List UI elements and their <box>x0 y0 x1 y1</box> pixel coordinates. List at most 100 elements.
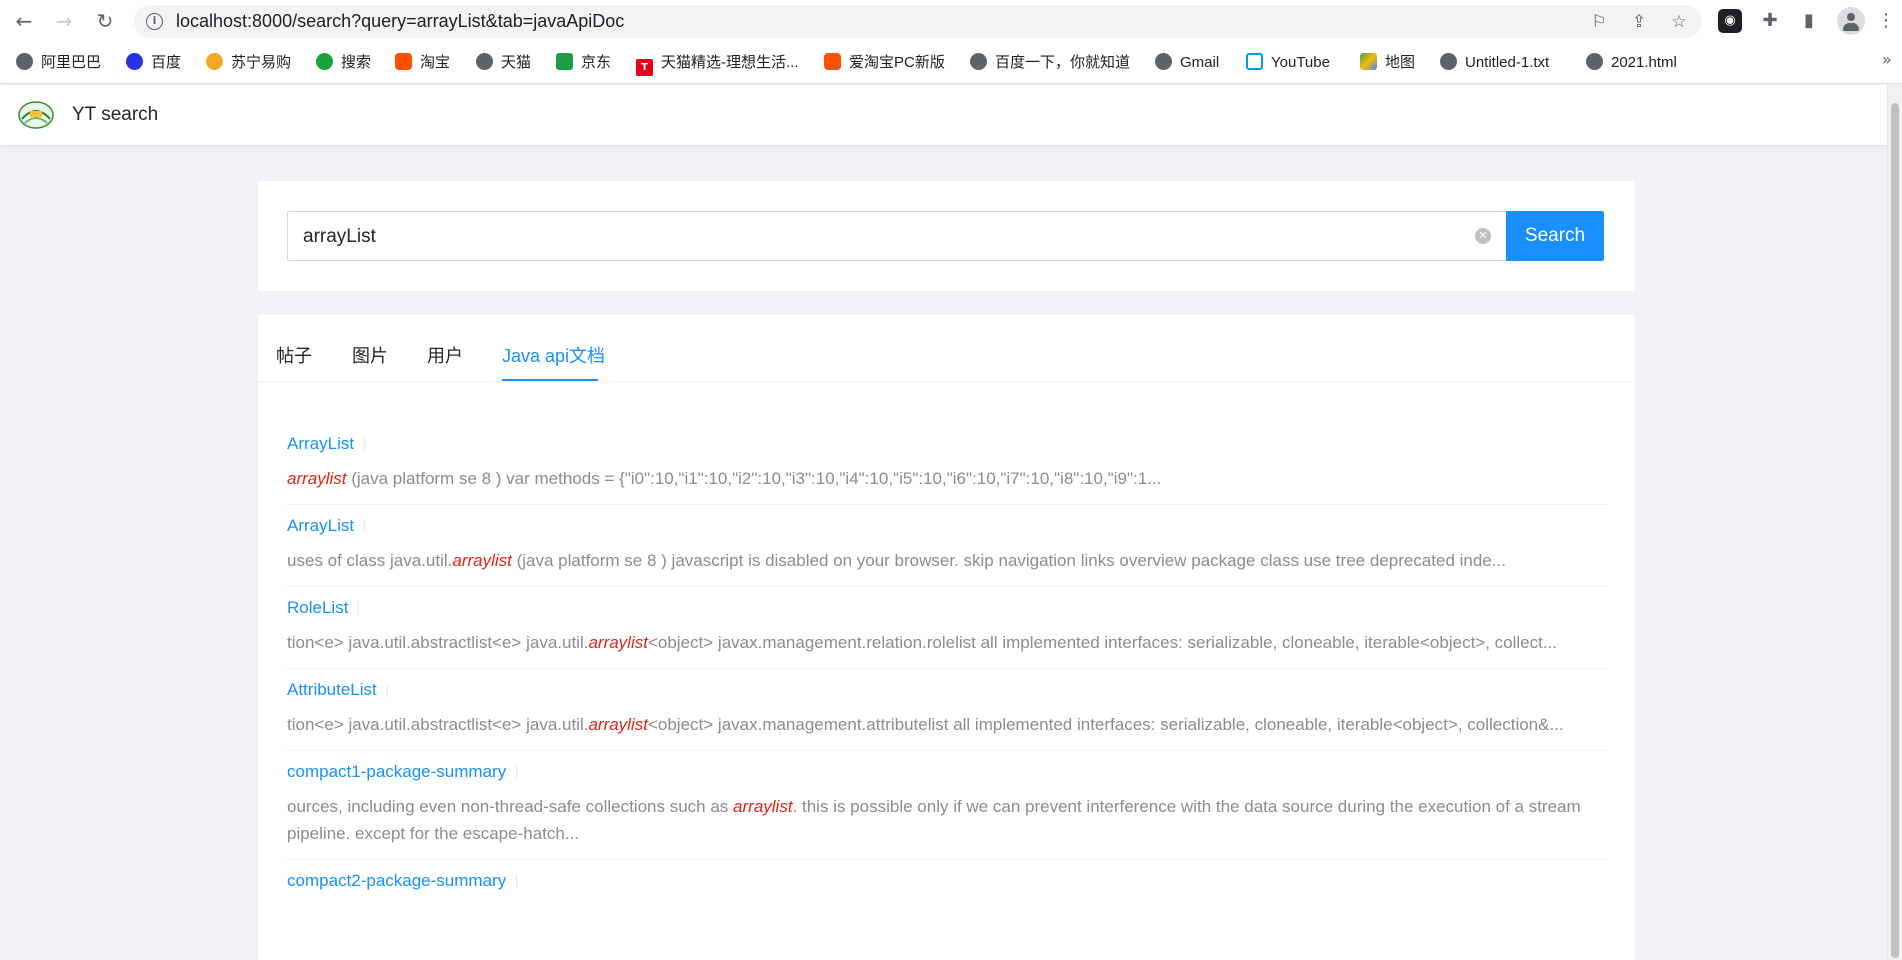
bookmark-label: 地图 <box>1385 54 1416 71</box>
globe-icon <box>1440 53 1457 70</box>
bookmark-star-icon[interactable]: ☆ <box>1668 12 1690 32</box>
divider <box>386 683 388 697</box>
result-snippet: arraylist (java platform se 8 ) var meth… <box>287 469 1162 488</box>
result-title-link[interactable]: compact2-package-summary <box>287 871 506 890</box>
bookmark-label: 爱淘宝PC新版 <box>849 54 945 71</box>
list-item: ArrayList uses of class java.util.arrayl… <box>287 505 1607 587</box>
sousuo-icon <box>316 53 333 70</box>
globe-icon <box>1155 53 1172 70</box>
bookmark-item[interactable]: Untitled-1.txt <box>1440 52 1549 74</box>
extensions-puzzle-icon[interactable]: ✚ <box>1758 9 1782 33</box>
active-tab-indicator <box>502 379 598 381</box>
list-item: compact1-package-summary ources, includi… <box>287 751 1607 860</box>
app-title: YT search <box>72 104 159 125</box>
list-item: ArrayList arraylist (java platform se 8 … <box>287 423 1607 505</box>
url-text[interactable]: localhost:8000/search?query=arrayList&ta… <box>176 11 624 32</box>
browser-chrome: ← → ↻ i localhost:8000/search?query=arra… <box>0 0 1902 84</box>
search-button[interactable]: Search <box>1506 211 1604 261</box>
result-title-link[interactable]: ArrayList <box>287 516 354 535</box>
result-tabs: 帖子 图片 用户 Java api文档 <box>258 315 1635 382</box>
bookmark-item[interactable]: T 天猫精选-理想生活... <box>636 52 799 76</box>
result-snippet: uses of class java.util.arraylist (java … <box>287 551 1506 570</box>
maps-icon <box>1360 53 1377 70</box>
bilibili-tv-icon <box>1246 53 1263 70</box>
taobao-icon <box>824 53 841 70</box>
taobao-icon <box>395 53 412 70</box>
globe-icon <box>1586 53 1603 70</box>
extension-icon[interactable]: ◉ <box>1718 9 1742 33</box>
search-card: arrayList ✕ Search <box>258 181 1635 291</box>
tab-posts[interactable]: 帖子 <box>276 342 312 368</box>
search-highlight: arraylist <box>588 633 648 652</box>
bookmark-item[interactable]: Gmail <box>1155 52 1219 74</box>
tab-users[interactable]: 用户 <box>427 342 463 368</box>
translate-icon[interactable]: ⚐ <box>1588 12 1610 32</box>
reload-icon[interactable]: ↻ <box>91 8 119 36</box>
result-title-link[interactable]: RoleList <box>287 598 348 617</box>
bookmarks-overflow-icon[interactable]: » <box>1882 50 1892 69</box>
bookmark-label: 2021.html <box>1611 54 1677 71</box>
tab-images[interactable]: 图片 <box>352 342 388 368</box>
result-title-link[interactable]: AttributeList <box>287 680 377 699</box>
result-snippet: tion<e> java.util.abstractlist<e> java.u… <box>287 633 1558 652</box>
result-snippet: ources, including even non-thread-safe c… <box>287 797 1581 843</box>
bookmark-label: 搜索 <box>341 54 372 71</box>
scrollbar-thumb[interactable] <box>1891 103 1899 958</box>
bookmark-label: 京东 <box>581 54 612 71</box>
search-input[interactable]: arrayList <box>287 211 1505 261</box>
side-panel-icon[interactable]: ▮ <box>1797 9 1821 33</box>
bookmark-item[interactable]: 京东 <box>556 52 611 74</box>
share-icon[interactable]: ⇪ <box>1628 12 1650 32</box>
list-item: AttributeList tion<e> java.util.abstract… <box>287 669 1607 751</box>
browser-toolbar: ← → ↻ i localhost:8000/search?query=arra… <box>0 0 1902 42</box>
profile-avatar-icon[interactable] <box>1837 7 1865 35</box>
result-title-link[interactable]: compact1-package-summary <box>287 762 506 781</box>
search-highlight: arraylist <box>733 797 793 816</box>
bookmark-item[interactable]: 苏宁易购 <box>206 52 291 74</box>
app-header: YT search <box>0 85 1887 145</box>
results-card: 帖子 图片 用户 Java api文档 ArrayList arraylist … <box>258 315 1635 960</box>
page-scrollbar[interactable] <box>1887 85 1902 960</box>
divider <box>364 519 366 533</box>
menu-kebab-icon[interactable]: ⋮ <box>1874 9 1898 33</box>
bookmark-label: 苏宁易购 <box>231 54 292 71</box>
bookmark-item[interactable]: 百度 <box>126 52 181 74</box>
bookmark-label: Untitled-1.txt <box>1465 54 1550 71</box>
bookmark-item[interactable]: 爱淘宝PC新版 <box>824 52 945 74</box>
divider <box>516 874 518 888</box>
tab-java-api-docs[interactable]: Java api文档 <box>502 342 605 368</box>
jd-icon <box>556 53 573 70</box>
bookmark-item[interactable]: 搜索 <box>316 52 371 74</box>
bookmarks-bar: 阿里巴巴 百度 苏宁易购 搜索 淘宝 天猫 京东 T 天猫精选-理想生活... 爱… <box>0 48 1902 78</box>
bookmark-item[interactable]: 2021.html <box>1586 52 1677 74</box>
bookmark-item[interactable]: 天猫 <box>476 52 531 74</box>
back-arrow-icon[interactable]: ← <box>10 8 38 36</box>
search-input-value[interactable]: arrayList <box>303 226 376 248</box>
bookmark-item[interactable]: YouTube <box>1246 52 1330 74</box>
forward-arrow-icon[interactable]: → <box>50 8 78 36</box>
bookmark-label: 阿里巴巴 <box>41 54 102 71</box>
clear-icon[interactable]: ✕ <box>1475 228 1491 244</box>
bookmark-item[interactable]: 地图 <box>1360 52 1415 74</box>
bookmark-label: 百度 <box>151 54 182 71</box>
search-highlight: arraylist <box>588 715 648 734</box>
search-highlight: arraylist <box>287 469 347 488</box>
bookmark-item[interactable]: 阿里巴巴 <box>16 52 101 74</box>
search-highlight: arraylist <box>452 551 512 570</box>
result-title-link[interactable]: ArrayList <box>287 434 354 453</box>
baidu-paw-icon <box>126 53 143 70</box>
bookmark-item[interactable]: 淘宝 <box>395 52 450 74</box>
results-list: ArrayList arraylist (java platform se 8 … <box>287 423 1607 904</box>
globe-icon <box>16 53 33 70</box>
bookmark-item[interactable]: 百度一下，你就知道 <box>970 52 1130 74</box>
address-bar[interactable]: i localhost:8000/search?query=arrayList&… <box>134 5 1702 38</box>
bookmark-label: 天猫精选-理想生活... <box>661 54 799 71</box>
globe-icon <box>970 53 987 70</box>
list-item: RoleList tion<e> java.util.abstractlist<… <box>287 587 1607 669</box>
site-info-icon[interactable]: i <box>146 13 163 30</box>
list-item: compact2-package-summary <box>287 860 1607 904</box>
bookmark-label: 百度一下，你就知道 <box>995 54 1131 71</box>
bookmark-label: 天猫 <box>501 54 532 71</box>
divider <box>364 437 366 451</box>
bookmark-label: YouTube <box>1271 54 1330 71</box>
